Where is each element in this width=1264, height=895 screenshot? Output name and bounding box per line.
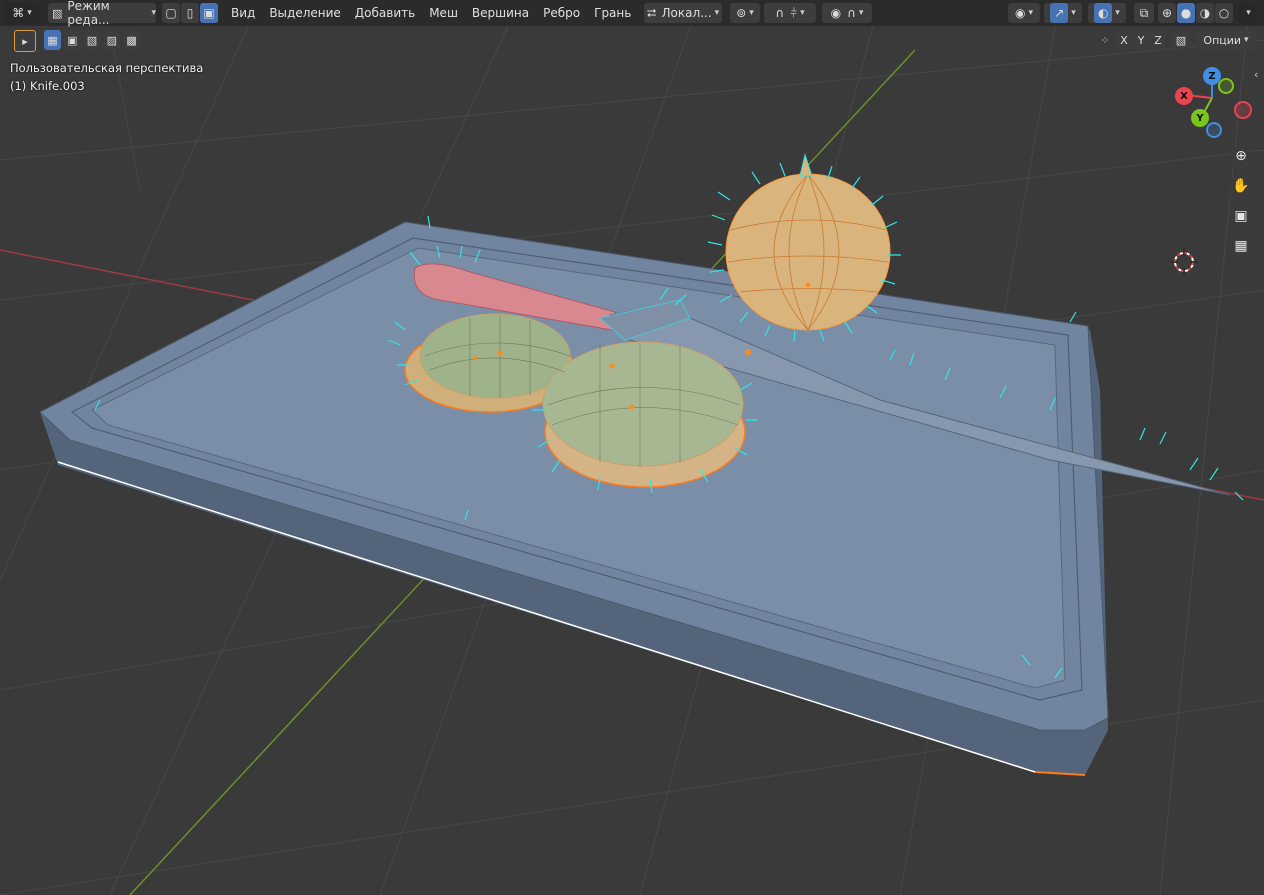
orientation-label: Локал...	[661, 6, 712, 20]
mirror-y-toggle[interactable]: Y	[1133, 30, 1149, 50]
rendered-shading-icon[interactable]: ○	[1215, 3, 1233, 23]
proportional-edit-icon[interactable]: ◉	[831, 6, 841, 20]
gizmo-toggle-group: ↗ ▾	[1044, 3, 1082, 23]
options-dropdown[interactable]: Опции ▾	[1196, 30, 1256, 50]
mirror-icon[interactable]: ⁘	[1096, 30, 1114, 50]
edit-mode-icon: ▧	[52, 6, 63, 20]
chevron-down-icon: ▾	[749, 8, 754, 18]
cucumber-slice-2-top	[542, 341, 744, 467]
chevron-down-icon: ▾	[1028, 8, 1033, 18]
pivot-icon: ⊚	[736, 6, 747, 20]
gizmo-neg-z-ball[interactable]	[1206, 122, 1222, 138]
header-menus: Вид Выделение Добавить Меш Вершина Ребро…	[224, 3, 669, 23]
menu-face[interactable]: Грань	[587, 3, 638, 23]
grid-icon[interactable]: ▦	[1229, 234, 1253, 258]
menu-vertex[interactable]: Вершина	[465, 3, 536, 23]
select-mode-group: ▢ ▯ ▣	[162, 3, 218, 23]
falloff-curve-icon[interactable]: ∩	[847, 6, 856, 20]
zoom-icon[interactable]: ⊕	[1229, 144, 1253, 168]
overlay-icon[interactable]: ◐	[1094, 3, 1113, 23]
menu-select[interactable]: Выделение	[262, 3, 347, 23]
overlay-toggle-group: ◐ ▾	[1088, 3, 1126, 23]
chevron-down-icon: ▾	[151, 8, 156, 18]
visibility-selector[interactable]: ◉ ▾	[1008, 3, 1040, 23]
pivot-selector[interactable]: ⊚ ▾	[730, 3, 760, 23]
editor-type-selector[interactable]: ⌘ ▾	[4, 3, 40, 23]
orientation-selector[interactable]: ⮂ Локал... ▾	[644, 3, 722, 23]
hand-icon[interactable]: ✋	[1229, 174, 1253, 198]
mode-selector[interactable]: ▧ Режим реда... ▾	[48, 0, 156, 27]
view-name: Пользовательская перспектива	[10, 61, 204, 75]
onion-body	[725, 173, 891, 331]
eye-icon: ◉	[1014, 6, 1026, 20]
menu-edge[interactable]: Ребро	[536, 3, 587, 23]
select-subtract-icon[interactable]: ▧	[83, 30, 101, 50]
select-new-icon[interactable]: ▦	[44, 30, 61, 50]
select-invert-icon[interactable]: ▨	[103, 30, 121, 50]
edge-select-icon[interactable]: ▯	[181, 3, 199, 23]
active-object-name: (1) Knife.003	[10, 79, 85, 93]
select-intersect-icon[interactable]: ▩	[123, 30, 140, 50]
chevron-down-icon: ▾	[27, 8, 32, 18]
gizmo-icon[interactable]: ↗	[1050, 3, 1069, 23]
gizmo-x-ball[interactable]: X	[1175, 87, 1193, 105]
chevron-down-icon: ▾	[800, 8, 805, 18]
chevron-down-icon: ▾	[1244, 35, 1249, 45]
select-extend-icon[interactable]: ▣	[63, 30, 81, 50]
gizmo-y-ball[interactable]: Y	[1191, 109, 1209, 127]
gizmo-neg-x-ball[interactable]	[1234, 101, 1252, 119]
mode-label: Режим реда...	[67, 0, 110, 27]
proportional-group: ◉ ∩ ▾	[822, 3, 872, 23]
wireframe-shading-icon[interactable]: ⊕	[1158, 3, 1176, 23]
magnet-icon[interactable]: ∩	[775, 6, 784, 20]
viewport-scene	[0, 0, 1264, 895]
chevron-down-icon: ▾	[714, 8, 720, 18]
snap-group: ∩ ⫩ ▾	[764, 3, 816, 23]
mesh-select-options-icon[interactable]: ▧	[1172, 30, 1190, 50]
solid-shading-icon[interactable]: ●	[1177, 3, 1195, 23]
face-select-icon[interactable]: ▣	[200, 3, 218, 23]
sidebar-toggle-icon[interactable]: ‹	[1254, 68, 1258, 81]
3d-viewport[interactable]: Z X Y ⊕ ✋ ▣ ▦ ‹ Пользовательская перспек…	[0, 0, 1264, 895]
material-shading-icon[interactable]: ◑	[1196, 3, 1214, 23]
viewport-header: ⌘ ▾ ▧ Режим реда... ▾ ▢ ▯ ▣ Вид Выделение…	[0, 0, 1264, 27]
vertex-select-icon[interactable]: ▢	[162, 3, 180, 23]
select-box-mode-group: ▦ ▣ ▧ ▨ ▩	[44, 30, 140, 50]
editor-type-icon: ⌘	[12, 6, 25, 20]
chevron-down-icon: ▾	[858, 8, 864, 18]
mirror-z-toggle[interactable]: Z	[1150, 30, 1166, 50]
snap-target-icon[interactable]: ⫩	[790, 6, 797, 21]
menu-view[interactable]: Вид	[224, 3, 262, 23]
orientation-icon: ⮂	[646, 5, 657, 20]
mirror-x-toggle[interactable]: X	[1116, 30, 1132, 50]
camera-icon[interactable]: ▣	[1229, 204, 1253, 228]
3d-cursor	[1170, 248, 1198, 276]
xray-icon[interactable]: ⧉	[1134, 3, 1154, 23]
chevron-down-icon: ▾	[1246, 8, 1251, 18]
shading-group: ⊕ ● ◑ ○	[1158, 3, 1233, 23]
menu-mesh[interactable]: Меш	[422, 3, 465, 23]
options-label: Опции	[1203, 33, 1242, 47]
select-tool-icon[interactable]: ▸	[14, 30, 36, 52]
gizmo-neg-y-ball[interactable]	[1218, 78, 1234, 94]
chevron-down-icon[interactable]: ▾	[1115, 8, 1120, 18]
menu-add[interactable]: Добавить	[348, 3, 422, 23]
chevron-down-icon[interactable]: ▾	[1071, 8, 1076, 18]
shading-options-chevron[interactable]: ▾	[1238, 3, 1256, 23]
